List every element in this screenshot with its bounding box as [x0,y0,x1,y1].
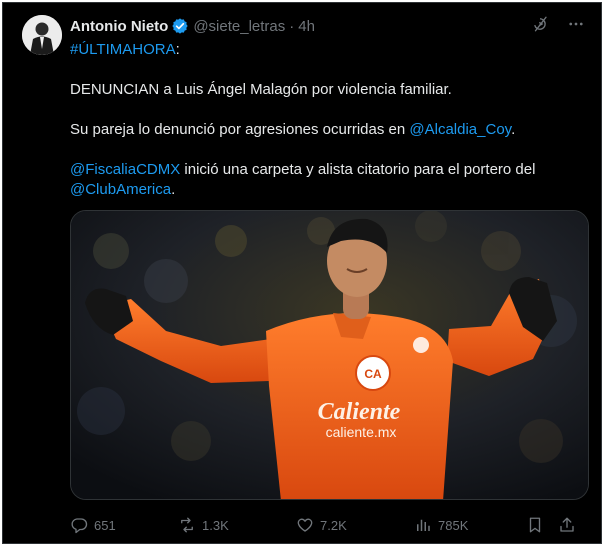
tweet-photo[interactable]: CA Caliente caliente.mx [70,210,589,500]
reply-button[interactable]: 651 [70,516,178,534]
tweet-top-actions [531,15,585,33]
retweet-count: 1.3K [202,517,229,533]
retweet-button[interactable]: 1.3K [178,516,296,534]
report-period: . [511,121,516,138]
report-text: Su pareja lo denunció por agresiones ocu… [70,121,410,138]
tweet-line-headline: DENUNCIAN a Luis Ángel Malagón por viole… [70,81,452,98]
sponsor-url: caliente.mx [326,424,397,440]
goalkeeper-photo: CA Caliente caliente.mx [71,211,588,499]
share-icon [560,517,574,532]
grok-icon[interactable] [531,15,549,33]
bookmark-icon [529,517,541,533]
tweet-line-hashtag: #ÚLTIMAHORA: [70,40,590,60]
verified-badge-icon [171,17,189,35]
like-count: 7.2K [320,517,347,533]
sponsor-logo: Caliente [318,399,401,425]
views-icon [417,519,430,531]
separator-dot: · [289,17,295,35]
like-button[interactable]: 7.2K [296,516,414,534]
reply-count: 651 [94,517,116,533]
tweet-time[interactable]: 4h [298,18,315,35]
fiscalia-period: . [171,181,176,198]
avatar[interactable] [22,15,62,55]
tweet-line-report: Su pareja lo denunció por agresiones ocu… [70,120,590,140]
league-badge [413,337,429,353]
fiscalia-text: inició una carpeta y alista citatorio pa… [180,161,536,178]
author-name[interactable]: Antonio Nieto [70,18,168,35]
reply-icon [71,518,88,534]
views-button[interactable]: 785K [414,516,526,534]
more-icon[interactable] [567,15,585,33]
tweet-header: Antonio Nieto @siete_letras · 4h [70,15,315,37]
tweet-text: #ÚLTIMAHORA: DENUNCIAN a Luis Ángel Mala… [70,40,590,200]
mention-fiscalia-cdmx[interactable]: @FiscaliaCDMX [70,161,180,178]
author-handle[interactable]: @siete_letras [193,18,285,35]
share-button[interactable] [558,516,584,534]
bookmark-button[interactable] [526,516,558,534]
tweet-card[interactable]: Antonio Nieto @siete_letras · 4h #ÚLTIMA… [2,2,602,544]
club-crest: CA [355,355,391,391]
hashtag-colon: : [175,41,180,58]
views-count: 785K [438,517,469,533]
mention-club-america[interactable]: @ClubAmerica [70,181,171,198]
tweet-line-fiscalia: @FiscaliaCDMX inició una carpeta y alist… [70,160,590,200]
tweet-actions: 651 1.3K 7.2K 785K [70,513,590,537]
mention-alcaldia-coy[interactable]: @Alcaldia_Coy [409,121,511,138]
crest-text: CA [364,367,382,381]
heart-icon [297,518,313,532]
retweet-icon [181,517,193,533]
hashtag-link[interactable]: #ÚLTIMAHORA [70,41,176,58]
